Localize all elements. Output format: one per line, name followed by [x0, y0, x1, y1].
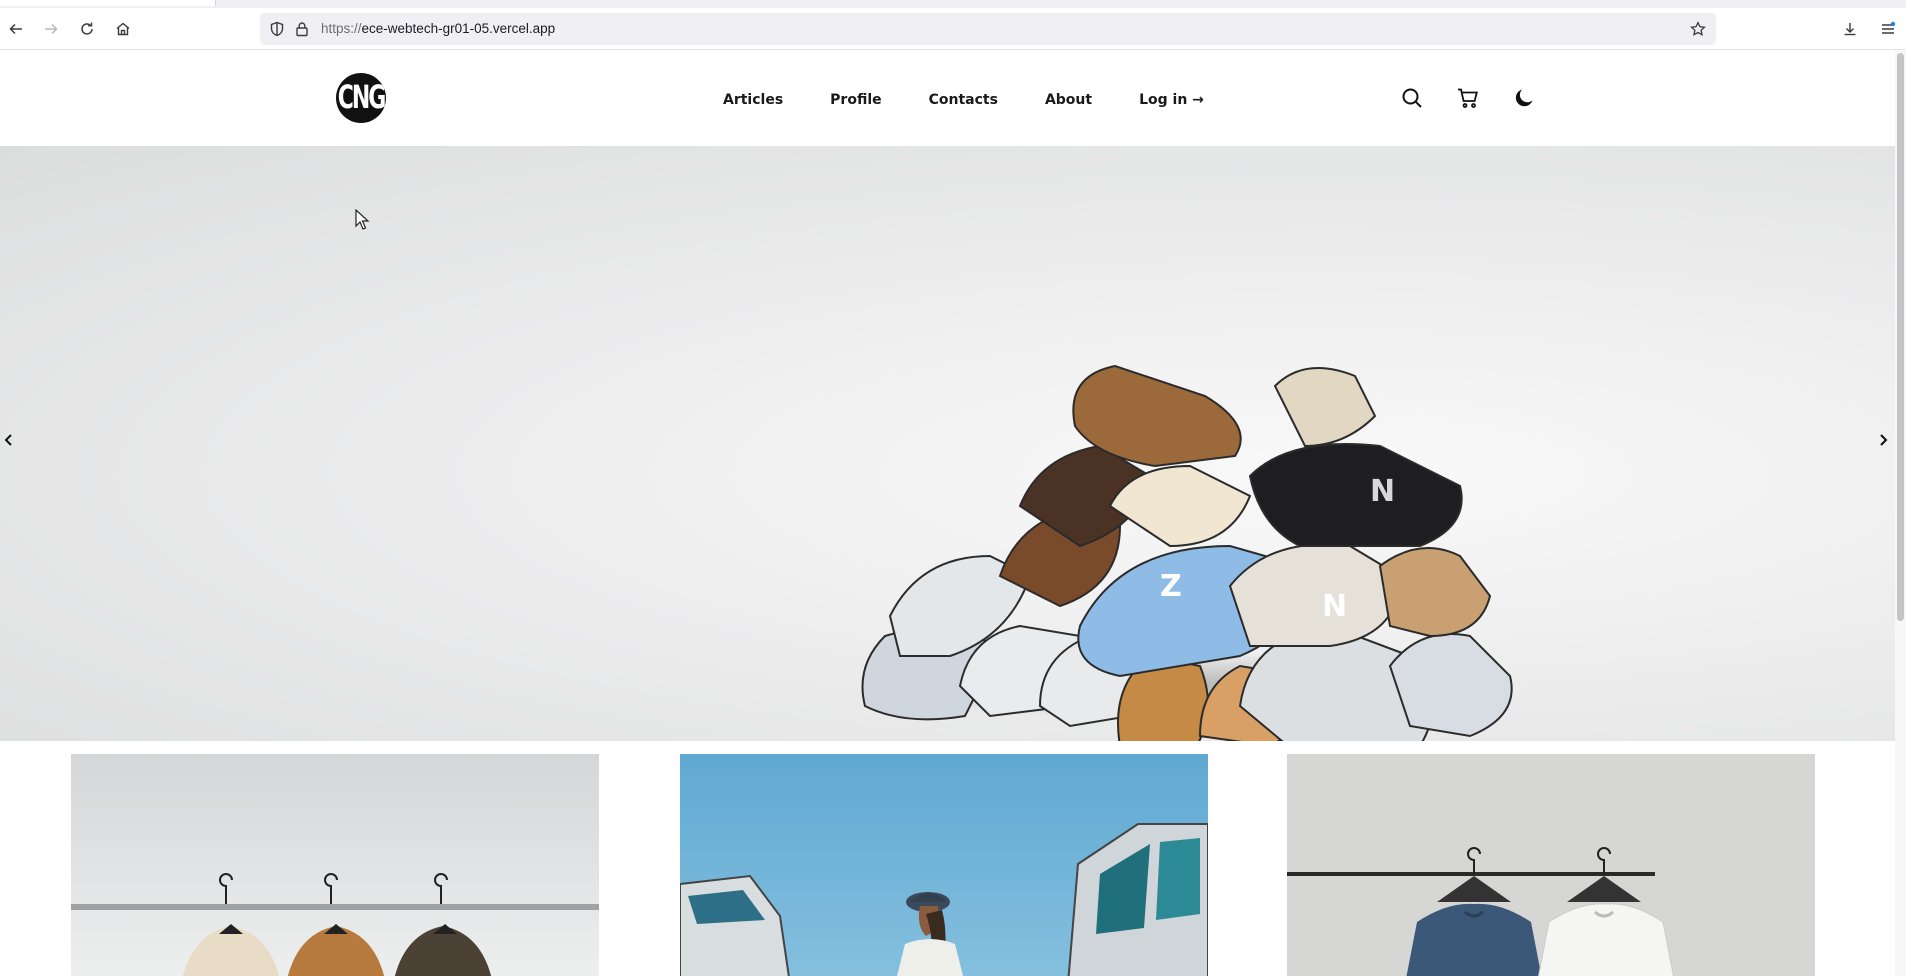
- chevron-right-icon[interactable]: [1874, 428, 1892, 452]
- url-scheme: https://: [321, 21, 362, 36]
- card-image-tshirts: [1287, 754, 1815, 976]
- menu-icon[interactable]: [1876, 17, 1900, 41]
- svg-text:N: N: [1370, 474, 1395, 509]
- nav-contacts[interactable]: Contacts: [929, 92, 998, 108]
- search-icon[interactable]: [1398, 84, 1426, 112]
- main-nav: Articles Profile Contacts About Log in →: [723, 88, 1204, 112]
- product-card[interactable]: [680, 754, 1208, 976]
- page-viewport: CNG Articles Profile Contacts About Log …: [0, 51, 1906, 976]
- shield-icon[interactable]: [269, 21, 285, 37]
- star-icon[interactable]: [1690, 21, 1706, 37]
- cart-icon[interactable]: [1454, 84, 1482, 112]
- scrollbar-thumb[interactable]: [1897, 53, 1904, 621]
- site-header: CNG Articles Profile Contacts About Log …: [0, 51, 1895, 146]
- site-logo[interactable]: CNG: [336, 73, 386, 123]
- nav-login[interactable]: Log in →: [1139, 92, 1204, 108]
- back-arrow-icon[interactable]: [4, 17, 28, 41]
- card-image-jackets: [71, 754, 599, 976]
- url-host: ece-webtech-gr01-05.vercel.app: [361, 21, 556, 36]
- svg-text:Z: Z: [1160, 569, 1182, 604]
- url-bar[interactable]: https://ece-webtech-gr01-05.vercel.app: [260, 13, 1716, 45]
- forward-arrow-icon[interactable]: [39, 17, 63, 41]
- logo-letters: CNG: [337, 79, 386, 117]
- chevron-left-icon[interactable]: [0, 428, 18, 452]
- url-text[interactable]: https://ece-webtech-gr01-05.vercel.app: [321, 21, 555, 36]
- svg-text:N: N: [1322, 589, 1347, 624]
- nav-articles[interactable]: Articles: [723, 92, 783, 108]
- hero-carousel: N Z N: [0, 146, 1895, 741]
- card-image-outdoor: [680, 754, 1208, 976]
- browser-tab-strip: [0, 0, 1906, 8]
- nav-profile[interactable]: Profile: [830, 92, 881, 108]
- product-card[interactable]: [1287, 754, 1815, 976]
- download-icon[interactable]: [1838, 17, 1862, 41]
- hero-sneakers-image: N Z N: [860, 364, 1520, 741]
- moon-icon[interactable]: [1510, 84, 1538, 112]
- active-tab[interactable]: [0, 0, 216, 6]
- browser-toolbar: https://ece-webtech-gr01-05.vercel.app: [0, 8, 1906, 50]
- nav-about[interactable]: About: [1045, 92, 1092, 108]
- page-scrollbar[interactable]: [1895, 51, 1906, 976]
- product-card[interactable]: [71, 754, 599, 976]
- home-icon[interactable]: [111, 17, 135, 41]
- reload-icon[interactable]: [75, 17, 99, 41]
- lock-icon[interactable]: [294, 21, 310, 37]
